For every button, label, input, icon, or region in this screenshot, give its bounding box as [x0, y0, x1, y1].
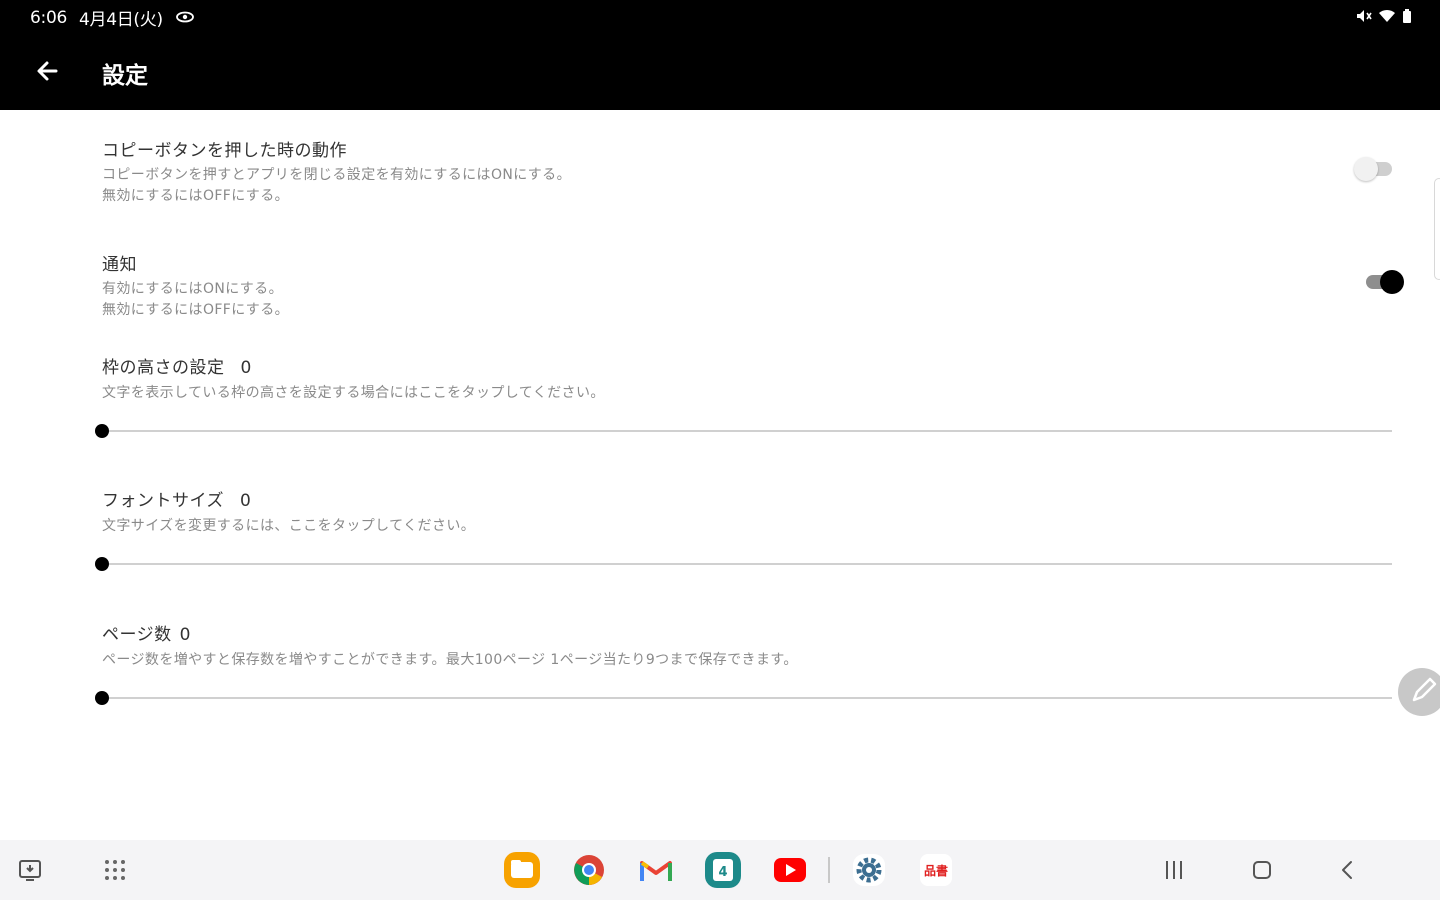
- pref-title: ページ数: [102, 625, 172, 645]
- floating-edit-button[interactable]: [1398, 668, 1440, 716]
- notification-switch[interactable]: [1362, 269, 1406, 295]
- pref-frame-height[interactable]: 枠の高さの設定 0 文字を表示している枠の高さを設定する場合にはここをタップしてく…: [102, 353, 605, 404]
- slider-thumb[interactable]: [95, 424, 109, 438]
- settings-list: コピーボタンを押した時の動作 コピーボタンを押すとアプリを閉じる設定を有効にする…: [0, 110, 1440, 840]
- pref-title: 通知: [102, 255, 137, 275]
- slider-thumb[interactable]: [95, 557, 109, 571]
- copy-action-switch[interactable]: [1354, 156, 1398, 182]
- battery-icon: [1402, 8, 1412, 27]
- pref-notification[interactable]: 通知 有効にするにはONにする。 無効にするにはOFFにする。: [102, 250, 289, 321]
- pref-value: 0: [179, 625, 191, 645]
- calendar-icon[interactable]: 4: [703, 850, 743, 890]
- chrome-icon[interactable]: [569, 850, 609, 890]
- pref-title: コピーボタンを押した時の動作: [102, 141, 347, 161]
- pencil-icon: [1412, 677, 1437, 702]
- taskbar: 4 品書: [0, 840, 1440, 900]
- pref-summary-line1: コピーボタンを押すとアプリを閉じる設定を有効にするにはONにする。: [102, 167, 571, 183]
- back-nav-icon[interactable]: [1328, 850, 1368, 890]
- apps-grid-icon[interactable]: [95, 850, 135, 890]
- status-bar: 6:06 4月4日(火): [0, 0, 1440, 32]
- calendar-day: 4: [718, 865, 727, 880]
- pref-value: 0: [240, 358, 252, 378]
- status-time: 6:06: [30, 7, 67, 28]
- app-badge-text: 品書: [924, 863, 948, 878]
- pref-font-size[interactable]: フォントサイズ 0 文字サイズを変更するには、ここをタップしてください。: [102, 486, 475, 537]
- recent-apps-panel-icon[interactable]: [10, 850, 50, 890]
- wifi-icon: [1378, 8, 1396, 27]
- taskbar-divider: [828, 857, 830, 883]
- pref-copy-button-action[interactable]: コピーボタンを押した時の動作 コピーボタンを押すとアプリを閉じる設定を有効にする…: [102, 136, 571, 207]
- eye-icon: [175, 8, 195, 28]
- files-app-icon[interactable]: [502, 850, 542, 890]
- pref-value: 0: [240, 491, 252, 511]
- pref-title: フォントサイズ: [102, 491, 224, 511]
- app-icon[interactable]: 品書: [916, 850, 956, 890]
- pref-summary: 文字サイズを変更するには、ここをタップしてください。: [102, 518, 476, 534]
- pref-summary-line1: 有効にするにはONにする。: [102, 281, 283, 297]
- pref-summary-line2: 無効にするにはOFFにする。: [102, 302, 290, 318]
- pref-summary: ページ数を増やすと保存数を増やすことができます。最大100ページ 1ページ当たり…: [102, 652, 798, 668]
- youtube-icon[interactable]: [770, 850, 810, 890]
- page-count-slider[interactable]: [94, 689, 1392, 707]
- pref-summary-line2: 無効にするにはOFFにする。: [102, 188, 290, 204]
- edge-panel-handle[interactable]: [1434, 178, 1440, 280]
- slider-thumb[interactable]: [95, 691, 109, 705]
- home-nav-icon[interactable]: [1242, 850, 1282, 890]
- back-arrow-icon[interactable]: [32, 56, 62, 86]
- font-size-slider[interactable]: [94, 555, 1392, 573]
- page-title: 設定: [102, 63, 148, 89]
- pref-page-count[interactable]: ページ数 0 ページ数を増やすと保存数を増やすことができます。最大100ページ 1…: [102, 620, 798, 671]
- pref-title: 枠の高さの設定: [102, 358, 225, 378]
- pref-summary: 文字を表示している枠の高さを設定する場合にはここをタップしてください。: [102, 385, 605, 401]
- gmail-icon[interactable]: [636, 850, 676, 890]
- settings-icon[interactable]: [849, 850, 889, 890]
- status-date: 4月4日(火): [78, 10, 163, 30]
- recents-nav-icon[interactable]: [1154, 850, 1194, 890]
- mute-icon: [1356, 8, 1372, 27]
- frame-height-slider[interactable]: [94, 422, 1392, 440]
- app-bar: 設定: [0, 32, 1440, 110]
